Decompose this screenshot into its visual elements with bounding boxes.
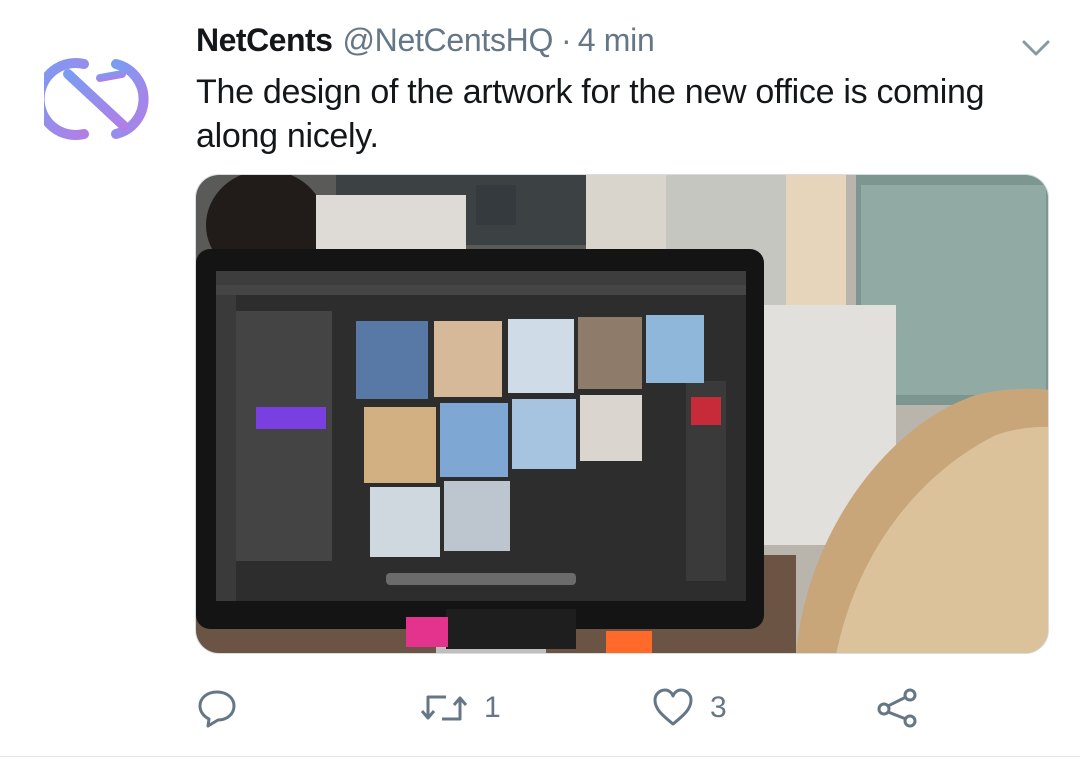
more-options-button[interactable] bbox=[1018, 36, 1054, 60]
author-name[interactable]: NetCents bbox=[196, 22, 333, 59]
tweet-header: NetCents @NetCentsHQ · 4 min bbox=[196, 22, 655, 62]
retweet-count: 1 bbox=[484, 691, 501, 724]
author-handle[interactable]: @NetCentsHQ bbox=[342, 22, 553, 59]
chevron-down-icon bbox=[1022, 40, 1050, 56]
reply-button[interactable] bbox=[196, 680, 238, 736]
tweet-text: The design of the artwork for the new of… bbox=[196, 73, 985, 155]
like-count: 3 bbox=[710, 691, 727, 724]
heart-icon bbox=[653, 688, 693, 726]
header-separator: · bbox=[561, 22, 572, 58]
reply-icon bbox=[198, 690, 236, 728]
share-button[interactable] bbox=[876, 680, 918, 736]
netcents-logo-icon bbox=[34, 58, 149, 140]
tweet-actions: 1 3 bbox=[0, 680, 1080, 736]
tweet[interactable]: NetCents @NetCentsHQ · 4 min The design … bbox=[0, 0, 1080, 769]
retweet-button[interactable]: 1 bbox=[420, 680, 501, 736]
like-button[interactable]: 3 bbox=[652, 680, 727, 736]
timestamp[interactable]: 4 min bbox=[578, 22, 655, 59]
tweet-divider bbox=[0, 756, 1080, 757]
retweet-icon bbox=[420, 695, 468, 721]
share-icon bbox=[877, 688, 917, 728]
avatar[interactable] bbox=[34, 52, 156, 144]
tweet-photo[interactable] bbox=[195, 174, 1049, 654]
